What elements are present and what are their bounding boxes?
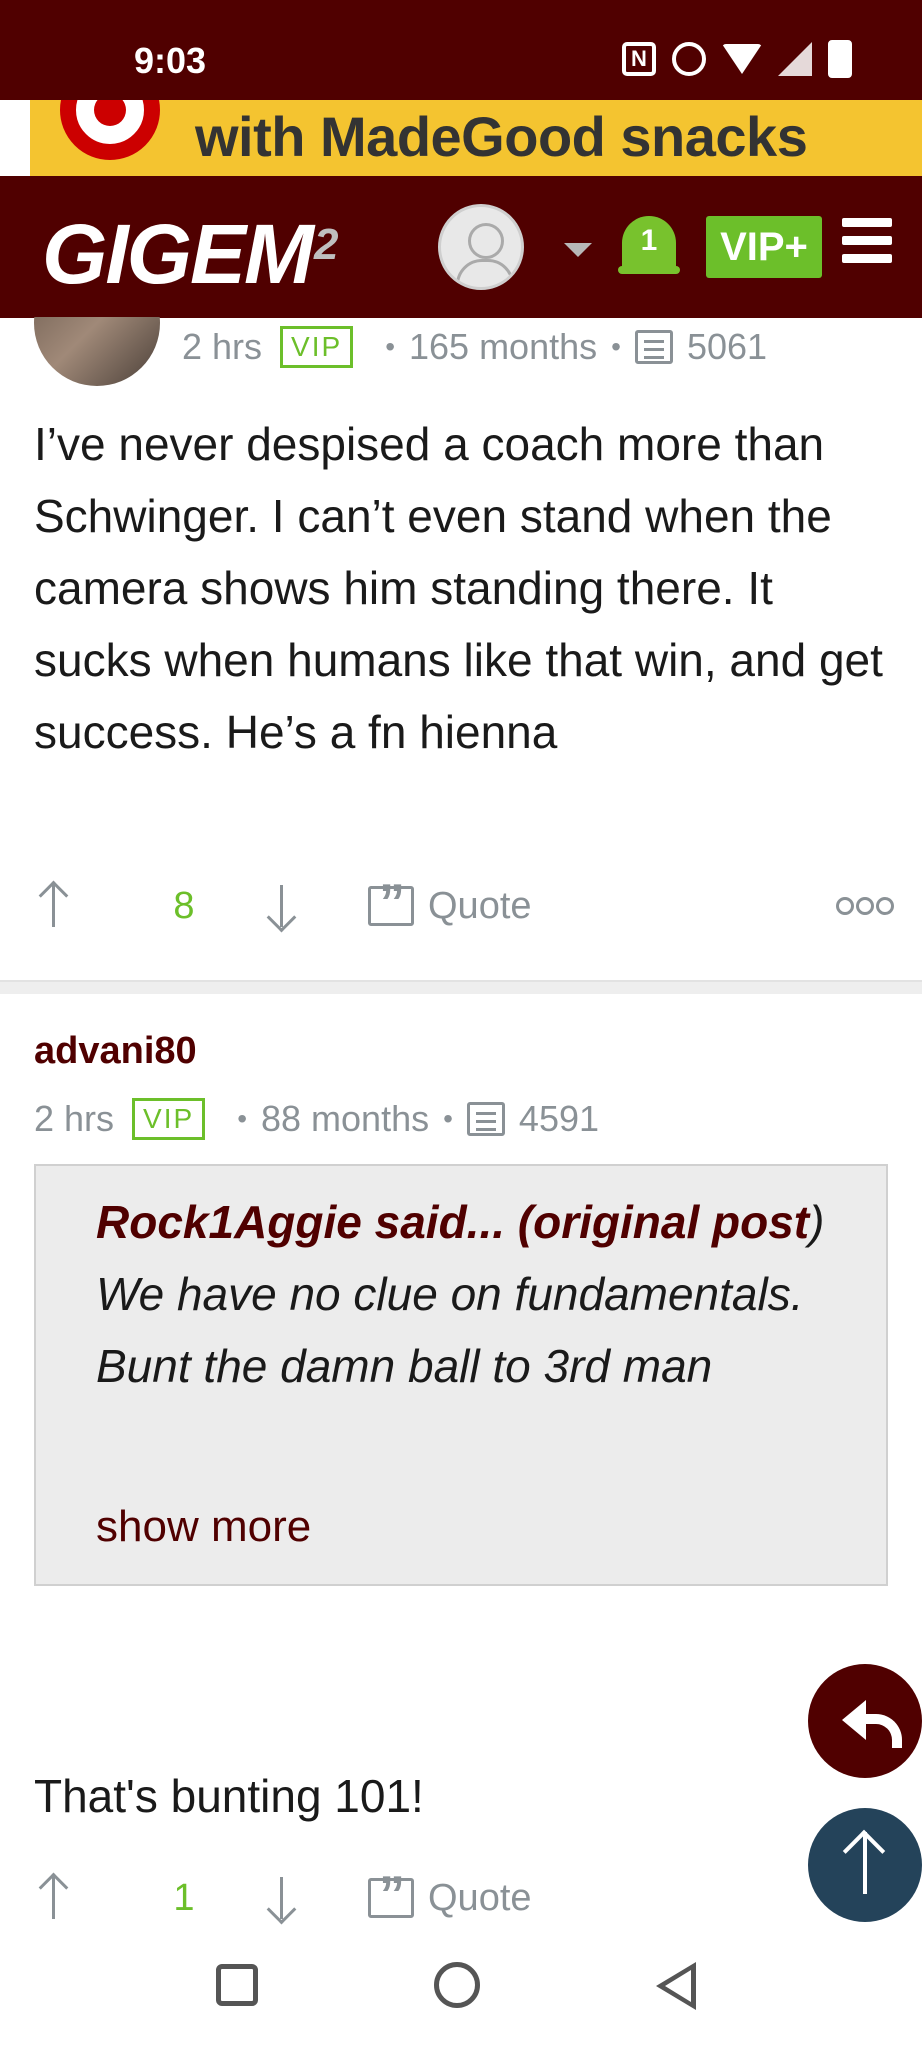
post-meta: 2 hrs VIP • 165 months • 5061 xyxy=(182,326,767,368)
logo-text: GIGEM xyxy=(42,207,314,301)
quote-button[interactable]: Quote xyxy=(368,1865,532,1925)
post-count: 4591 xyxy=(518,1098,600,1139)
quote-text: Rock1Aggie said... (original post) We ha… xyxy=(96,1186,856,1402)
scroll-to-top-icon[interactable] xyxy=(808,1808,922,1922)
status-icons: N xyxy=(622,40,852,78)
show-more-link[interactable]: show more xyxy=(96,1502,311,1552)
menu-icon[interactable] xyxy=(842,218,892,270)
user-avatar[interactable] xyxy=(438,204,524,290)
ad-creative[interactable]: with MadeGood snacks xyxy=(30,100,922,176)
post-body: I’ve never despised a coach more than Sc… xyxy=(34,418,883,758)
comment-icon xyxy=(634,330,673,364)
vip-badge: VIP xyxy=(132,1098,206,1140)
chevron-down-icon[interactable] xyxy=(564,243,592,257)
post-meta: 2 hrs VIP • 88 months • 4591 xyxy=(34,1098,599,1140)
vote-count: 1 xyxy=(173,1876,195,1919)
quote-icon xyxy=(368,1865,414,1925)
ad-banner[interactable]: with MadeGood snacks xyxy=(0,100,922,176)
recents-icon[interactable] xyxy=(216,1964,258,2006)
separator-dot: • xyxy=(385,331,395,362)
quoted-post: Rock1Aggie said... (original post) We ha… xyxy=(34,1164,888,1586)
alarm-icon xyxy=(672,42,706,76)
vip-plus-button[interactable]: VIP+ xyxy=(706,216,822,278)
vip-badge: VIP xyxy=(280,326,354,368)
post-time: 2 hrs xyxy=(34,1098,115,1139)
post-divider xyxy=(0,980,922,994)
nfc-icon: N xyxy=(622,42,656,76)
signal-icon xyxy=(778,42,812,76)
separator-dot: • xyxy=(443,1103,453,1134)
vote-count: 8 xyxy=(173,884,195,927)
post-username[interactable]: advani80 xyxy=(34,1030,197,1073)
status-bar: 9:03 N xyxy=(0,0,922,100)
more-options-icon[interactable] xyxy=(836,897,894,915)
bell-base xyxy=(618,266,680,274)
logo-superscript: 2 xyxy=(314,220,339,269)
quote-button[interactable]: Quote xyxy=(368,873,532,933)
post-count: 5061 xyxy=(686,326,768,367)
post-actions: 1 Quote xyxy=(34,1865,894,1928)
status-time: 9:03 xyxy=(134,40,207,81)
post-tenure: 165 months xyxy=(409,326,598,367)
post-body: That's bunting 101! xyxy=(34,1770,424,1822)
comment-icon xyxy=(466,1102,505,1136)
notification-count: 1 xyxy=(640,224,658,257)
quote-author-link[interactable]: Rock1Aggie said... (original post xyxy=(96,1196,809,1248)
home-icon[interactable] xyxy=(434,1962,480,2008)
system-nav-bar xyxy=(0,1928,922,2048)
downvote-arrow-icon[interactable] xyxy=(262,881,302,931)
ad-text: with MadeGood snacks xyxy=(195,105,808,168)
upvote-arrow-icon[interactable] xyxy=(34,881,74,931)
site-logo[interactable]: GIGEM2 xyxy=(42,206,339,303)
post-tenure: 88 months xyxy=(261,1098,430,1139)
wifi-icon xyxy=(722,44,762,74)
battery-charging-icon xyxy=(828,40,852,78)
back-icon[interactable] xyxy=(656,1962,696,2010)
post-time: 2 hrs xyxy=(182,326,263,367)
downvote-arrow-icon[interactable] xyxy=(262,1873,302,1923)
upvote-arrow-icon[interactable] xyxy=(34,1873,74,1923)
notifications-bell-icon[interactable]: 1 xyxy=(618,212,680,280)
target-logo-icon xyxy=(60,100,160,160)
separator-dot: • xyxy=(237,1103,247,1134)
quote-icon xyxy=(368,873,414,933)
site-header: GIGEM2 1 VIP+ xyxy=(0,176,922,318)
quote-label: Quote xyxy=(428,1876,532,1919)
separator-dot: • xyxy=(611,331,621,362)
reply-fab-icon[interactable] xyxy=(808,1664,922,1778)
post-actions: 8 Quote xyxy=(34,873,894,936)
quote-label: Quote xyxy=(428,884,532,927)
